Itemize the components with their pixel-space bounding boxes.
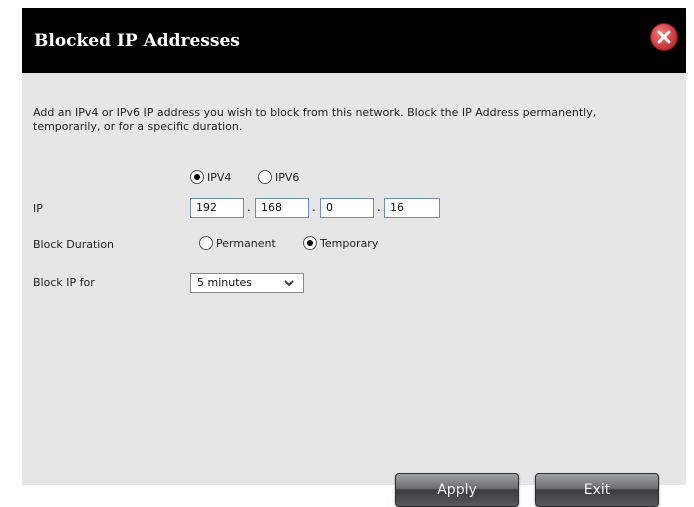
ipv4-label: IPV4 (207, 170, 232, 184)
exit-button[interactable]: Exit (535, 473, 659, 507)
dialog-description: Add an IPv4 or IPv6 IP address you wish … (33, 106, 597, 133)
apply-button[interactable]: Apply (395, 473, 519, 507)
dialog-title: Blocked IP Addresses (34, 31, 240, 51)
temporary-label: Temporary (320, 236, 379, 250)
background-left (0, 0, 22, 485)
temporary-radio[interactable] (303, 236, 317, 250)
block-ip-for-select[interactable]: 5 minutes (190, 273, 304, 293)
ipv4-radio[interactable] (190, 170, 204, 184)
radio-option-ipv4[interactable]: IPV4 (190, 170, 231, 184)
background-right (686, 0, 694, 485)
ipv6-radio[interactable] (258, 170, 272, 184)
ip-separator: . (312, 200, 316, 214)
permanent-radio[interactable] (199, 236, 213, 250)
ip-separator: . (377, 200, 381, 214)
blocked-ip-dialog: Blocked IP Addresses Add an IPv4 or IPv6… (22, 8, 686, 507)
permanent-label: Permanent (216, 236, 276, 250)
block-ip-for-label: Block IP for (33, 276, 95, 289)
close-button[interactable] (650, 23, 678, 51)
radio-option-temporary[interactable]: Temporary (303, 236, 378, 250)
ip-label: IP (33, 202, 43, 215)
dialog-titlebar: Blocked IP Addresses (22, 8, 686, 73)
screen: Blocked IP Addresses Add an IPv4 or IPv6… (0, 0, 694, 507)
ip-octet-1-input[interactable]: 192 (190, 198, 244, 218)
ipv6-label: IPV6 (275, 170, 300, 184)
ip-octet-2-input[interactable]: 168 (255, 198, 309, 218)
close-icon (657, 30, 671, 44)
dialog-body: Add an IPv4 or IPv6 IP address you wish … (22, 73, 686, 507)
block-ip-for-value: 5 minutes (197, 276, 253, 289)
ip-separator: . (247, 200, 251, 214)
block-duration-label: Block Duration (33, 238, 115, 251)
chevron-down-icon (284, 280, 294, 287)
radio-option-permanent[interactable]: Permanent (199, 236, 276, 250)
ip-octet-4-input[interactable]: 16 (384, 198, 440, 218)
ip-octet-3-input[interactable]: 0 (320, 198, 374, 218)
radio-option-ipv6[interactable]: IPV6 (258, 170, 299, 184)
